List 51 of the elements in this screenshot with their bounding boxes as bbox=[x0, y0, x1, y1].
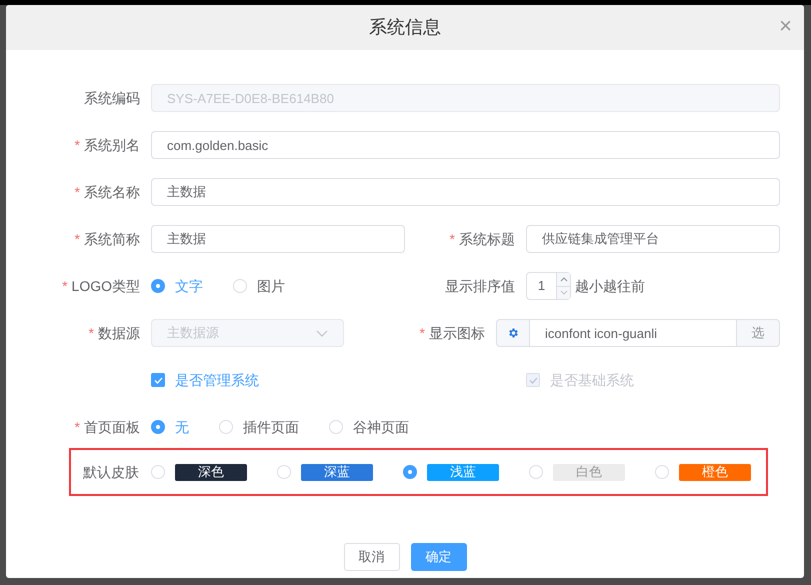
input-field[interactable]: com.golden.basic bbox=[151, 131, 780, 159]
option-label[interactable]: 图片 bbox=[257, 276, 285, 296]
required-asterisk: * bbox=[74, 136, 80, 154]
field-label: 系统简称 bbox=[84, 230, 140, 248]
checkbox[interactable] bbox=[151, 373, 165, 387]
chevron-down-icon bbox=[316, 330, 328, 336]
option-label[interactable]: 插件页面 bbox=[243, 416, 299, 438]
select-button[interactable]: 选 bbox=[736, 319, 780, 347]
hint-text: 越小越往前 bbox=[575, 276, 645, 296]
field-label: 系统名称 bbox=[84, 182, 140, 202]
skin-swatch[interactable]: 白色 bbox=[553, 464, 625, 480]
check-icon bbox=[528, 376, 538, 384]
option-label[interactable]: 无 bbox=[175, 416, 189, 438]
gear-icon bbox=[507, 327, 519, 339]
field-label: 数据源 bbox=[98, 324, 140, 342]
field-label: 显示图标 bbox=[429, 324, 485, 342]
checkbox-label[interactable]: 是否管理系统 bbox=[175, 370, 259, 390]
input-field[interactable]: 主数据 bbox=[151, 178, 780, 206]
option-label[interactable]: 谷神页面 bbox=[353, 416, 409, 438]
required-asterisk: * bbox=[450, 230, 455, 248]
required-asterisk: * bbox=[62, 276, 68, 296]
input-field[interactable]: 供应链集成管理平台 bbox=[526, 225, 780, 253]
field-label: 系统别名 bbox=[84, 136, 140, 154]
confirm-button[interactable]: 确定 bbox=[410, 543, 466, 571]
required-asterisk: * bbox=[74, 418, 80, 436]
required-asterisk: * bbox=[420, 324, 425, 342]
radio-button[interactable] bbox=[151, 420, 165, 434]
required-asterisk: * bbox=[74, 182, 80, 202]
input-field[interactable]: 主数据 bbox=[151, 225, 405, 253]
radio-button[interactable] bbox=[403, 465, 417, 479]
cancel-button[interactable]: 取消 bbox=[344, 543, 400, 571]
check-icon bbox=[154, 376, 162, 384]
required-asterisk: * bbox=[74, 230, 80, 248]
skin-swatch[interactable]: 橙色 bbox=[679, 464, 751, 480]
close-button[interactable]: × bbox=[779, 15, 792, 37]
field-label: LOGO类型 bbox=[72, 276, 140, 296]
number-input[interactable]: 1 bbox=[526, 272, 571, 300]
input-field[interactable]: iconfont icon-guanli bbox=[530, 319, 736, 347]
skin-swatch[interactable]: 深蓝 bbox=[301, 464, 373, 480]
field-label: 首页面板 bbox=[84, 418, 140, 436]
required-asterisk: * bbox=[88, 324, 94, 342]
skin-swatch[interactable]: 深色 bbox=[175, 464, 247, 480]
radio-button[interactable] bbox=[151, 279, 165, 293]
field-label: 系统编码 bbox=[84, 88, 140, 108]
dialog-title: 系统信息 bbox=[369, 16, 441, 39]
field-label: 显示排序值 bbox=[445, 276, 515, 296]
option-label[interactable]: 文字 bbox=[175, 276, 203, 296]
number-value[interactable]: 1 bbox=[527, 273, 556, 299]
skin-swatch[interactable]: 浅蓝 bbox=[427, 464, 499, 480]
field-label: 默认皮肤 bbox=[83, 464, 139, 480]
field-label: 系统标题 bbox=[459, 230, 515, 248]
